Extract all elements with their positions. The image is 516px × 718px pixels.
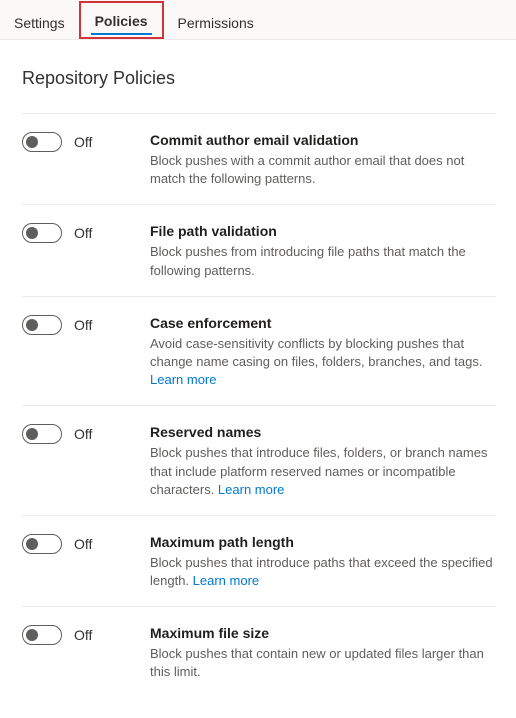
policy-max-path-length: Off Maximum path length Block pushes tha… bbox=[22, 515, 496, 606]
toggle-label: Off bbox=[74, 134, 92, 150]
tab-policies[interactable]: Policies bbox=[79, 1, 164, 39]
policy-desc: Block pushes that contain new or updated… bbox=[150, 645, 496, 681]
toggle-label: Off bbox=[74, 627, 92, 643]
toggle-label: Off bbox=[74, 426, 92, 442]
policy-desc-text: Avoid case-sensitivity conflicts by bloc… bbox=[150, 336, 482, 369]
toggle-file-path-validation[interactable] bbox=[22, 223, 62, 243]
policy-title: Reserved names bbox=[150, 424, 496, 440]
toggle-commit-author-email[interactable] bbox=[22, 132, 62, 152]
toggle-wrap: Off bbox=[22, 424, 150, 444]
tabs-bar: Settings Policies Permissions bbox=[0, 0, 516, 40]
toggle-wrap: Off bbox=[22, 315, 150, 335]
toggle-reserved-names[interactable] bbox=[22, 424, 62, 444]
policy-title: Case enforcement bbox=[150, 315, 496, 331]
policy-desc: Block pushes from introducing file paths… bbox=[150, 243, 496, 279]
policy-desc: Avoid case-sensitivity conflicts by bloc… bbox=[150, 335, 496, 390]
policy-body: Maximum path length Block pushes that in… bbox=[150, 534, 496, 590]
learn-more-link[interactable]: Learn more bbox=[218, 482, 284, 497]
toggle-max-file-size[interactable] bbox=[22, 625, 62, 645]
page-title: Repository Policies bbox=[22, 68, 496, 89]
policy-file-path-validation: Off File path validation Block pushes fr… bbox=[22, 204, 496, 295]
tab-permissions[interactable]: Permissions bbox=[164, 5, 268, 39]
toggle-wrap: Off bbox=[22, 223, 150, 243]
policy-title: File path validation bbox=[150, 223, 496, 239]
toggle-knob bbox=[26, 428, 38, 440]
policy-body: Maximum file size Block pushes that cont… bbox=[150, 625, 496, 681]
policy-title: Maximum path length bbox=[150, 534, 496, 550]
toggle-knob bbox=[26, 319, 38, 331]
toggle-wrap: Off bbox=[22, 534, 150, 554]
tab-settings[interactable]: Settings bbox=[0, 5, 79, 39]
policy-desc: Block pushes that introduce paths that e… bbox=[150, 554, 496, 590]
toggle-max-path-length[interactable] bbox=[22, 534, 62, 554]
policy-desc-text: Block pushes that introduce files, folde… bbox=[150, 445, 487, 496]
policy-max-file-size: Off Maximum file size Block pushes that … bbox=[22, 606, 496, 697]
policy-commit-author-email: Off Commit author email validation Block… bbox=[22, 113, 496, 204]
toggle-case-enforcement[interactable] bbox=[22, 315, 62, 335]
toggle-label: Off bbox=[74, 536, 92, 552]
learn-more-link[interactable]: Learn more bbox=[193, 573, 259, 588]
toggle-knob bbox=[26, 629, 38, 641]
policy-body: File path validation Block pushes from i… bbox=[150, 223, 496, 279]
toggle-knob bbox=[26, 227, 38, 239]
learn-more-link[interactable]: Learn more bbox=[150, 372, 216, 387]
toggle-label: Off bbox=[74, 225, 92, 241]
policy-title: Maximum file size bbox=[150, 625, 496, 641]
policy-reserved-names: Off Reserved names Block pushes that int… bbox=[22, 405, 496, 515]
toggle-wrap: Off bbox=[22, 132, 150, 152]
toggle-label: Off bbox=[74, 317, 92, 333]
toggle-knob bbox=[26, 538, 38, 550]
policy-body: Case enforcement Avoid case-sensitivity … bbox=[150, 315, 496, 390]
toggle-wrap: Off bbox=[22, 625, 150, 645]
policy-desc: Block pushes with a commit author email … bbox=[150, 152, 496, 188]
policy-body: Commit author email validation Block pus… bbox=[150, 132, 496, 188]
policy-title: Commit author email validation bbox=[150, 132, 496, 148]
page-content: Repository Policies Off Commit author em… bbox=[0, 40, 516, 718]
policy-case-enforcement: Off Case enforcement Avoid case-sensitiv… bbox=[22, 296, 496, 406]
policy-desc: Block pushes that introduce files, folde… bbox=[150, 444, 496, 499]
toggle-knob bbox=[26, 136, 38, 148]
policy-body: Reserved names Block pushes that introdu… bbox=[150, 424, 496, 499]
